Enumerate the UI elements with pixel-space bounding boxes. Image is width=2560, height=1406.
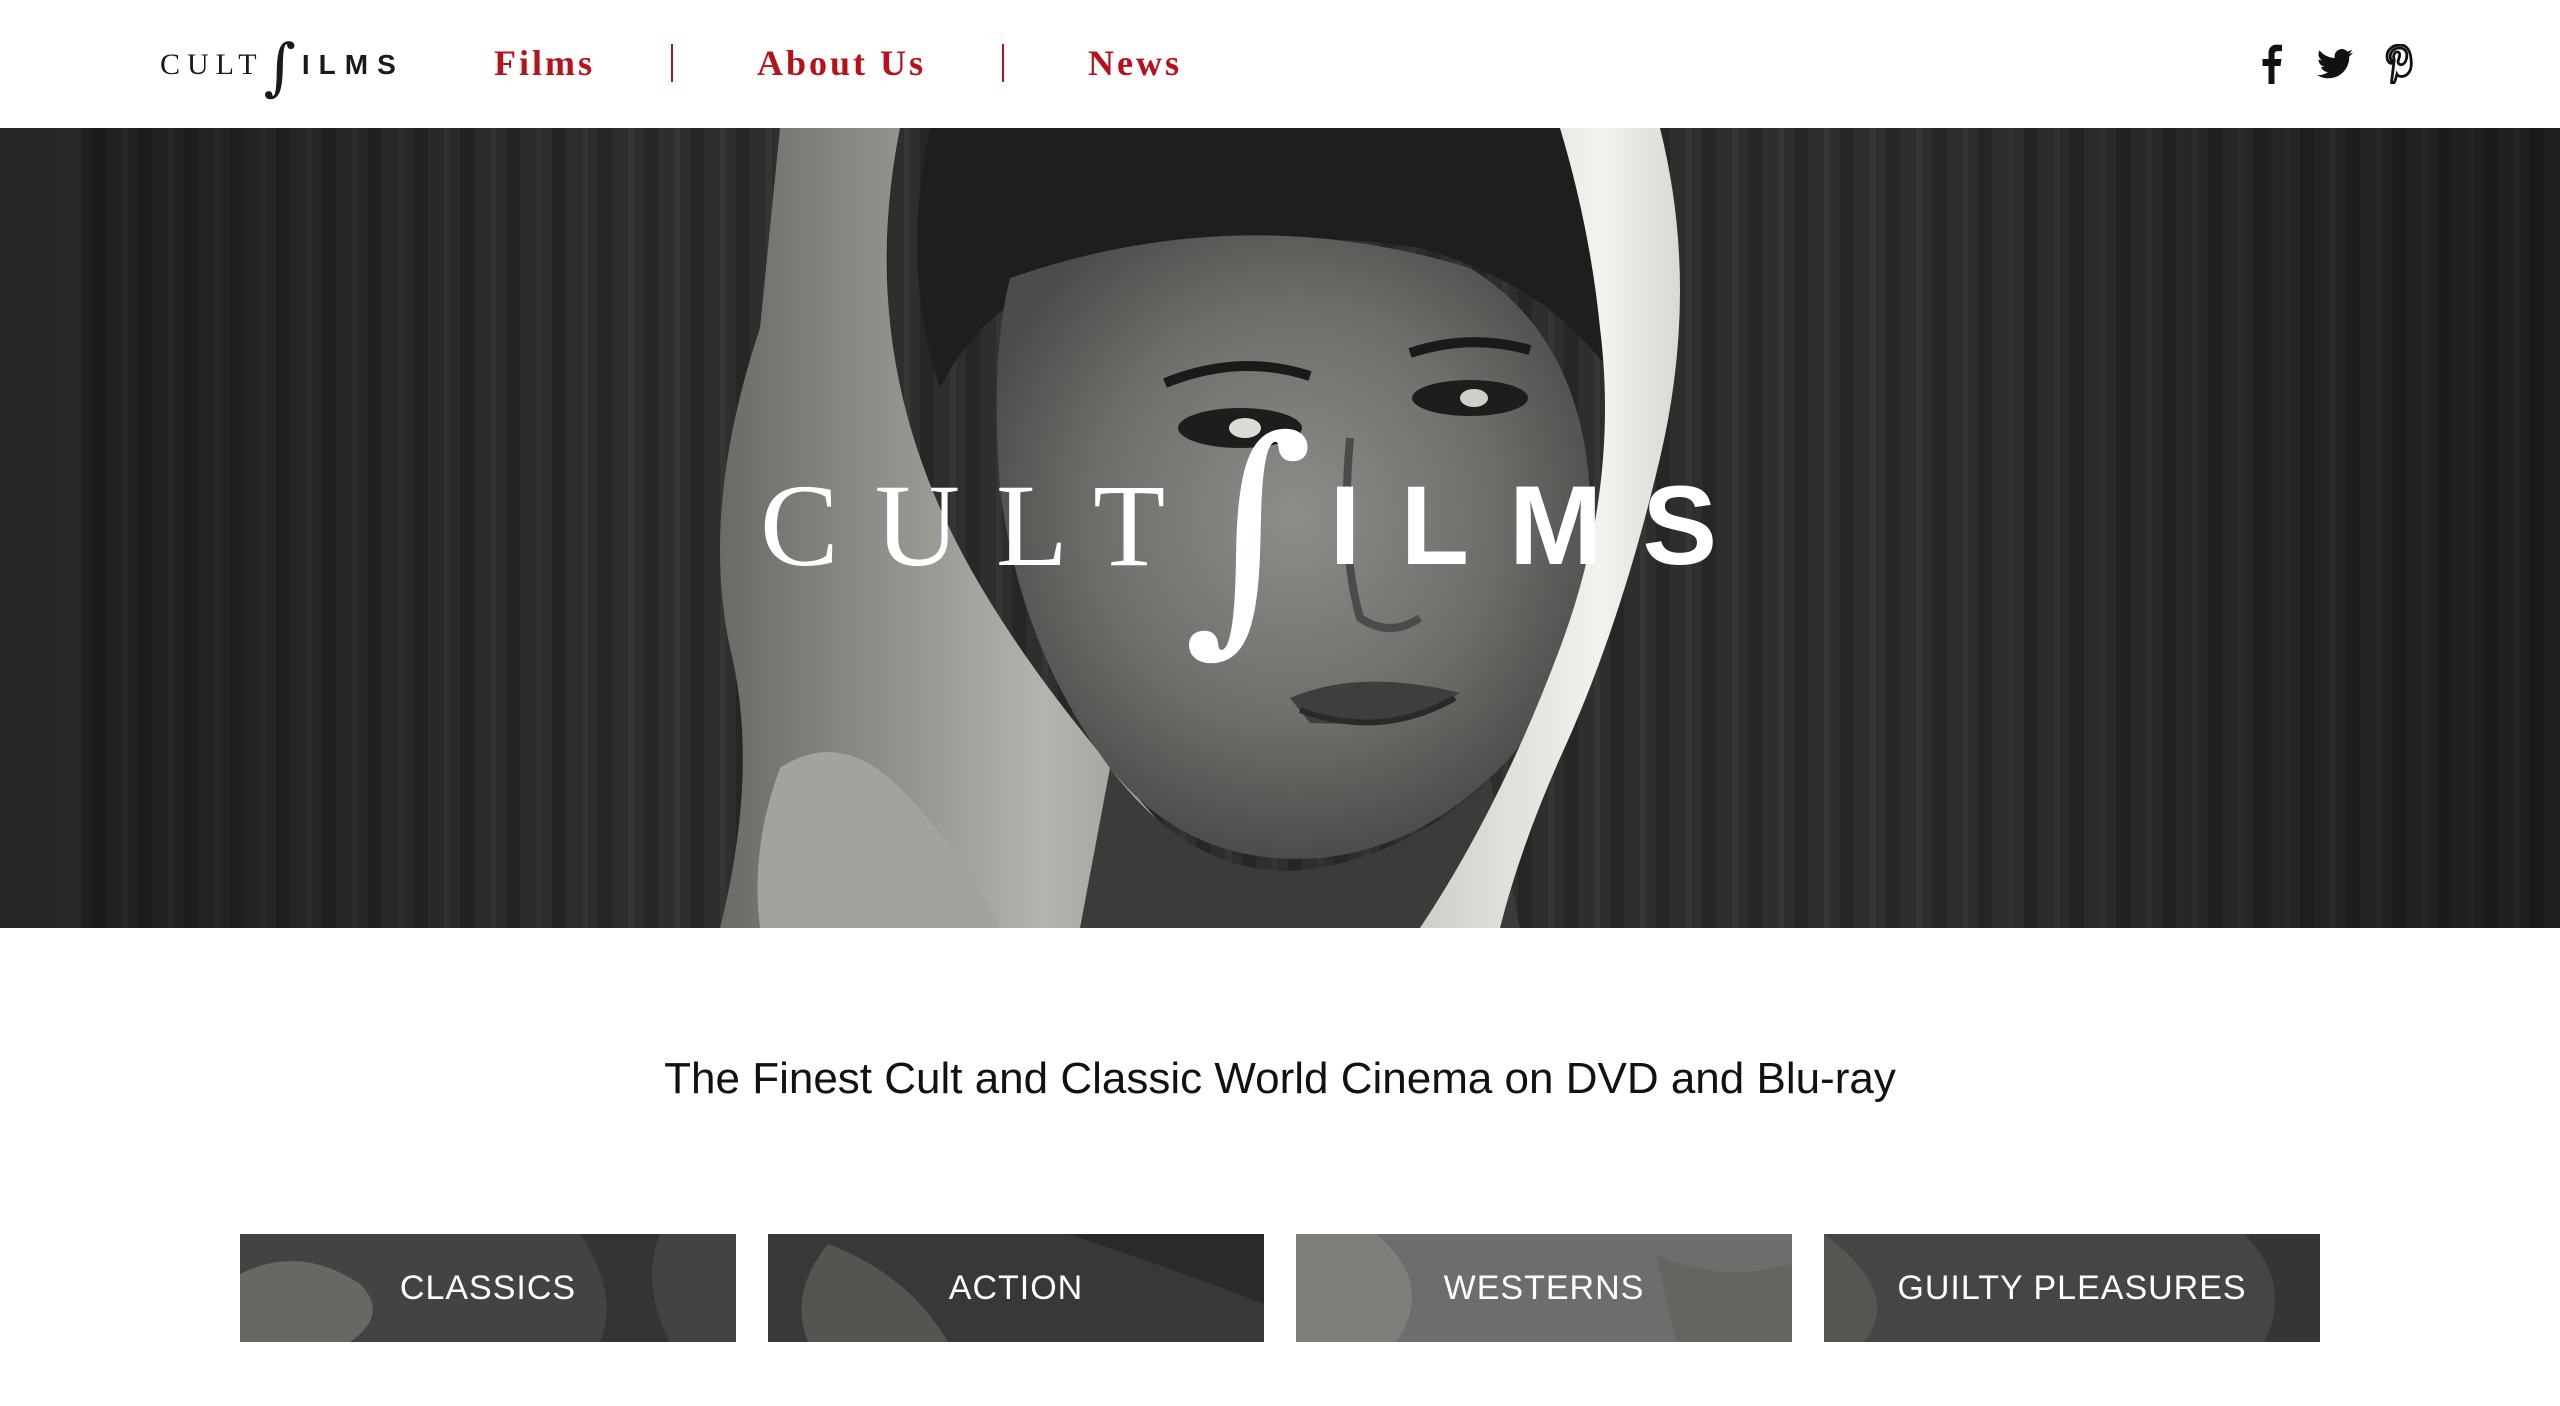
- category-label-westerns: WESTERNS: [1443, 1268, 1645, 1307]
- nav-link-news[interactable]: News: [1088, 42, 1182, 84]
- category-tile-action[interactable]: ACTION: [768, 1234, 1264, 1342]
- category-tile-guilty-pleasures[interactable]: GUILTY PLEASURES: [1824, 1234, 2320, 1342]
- hero-logo: CULT ∫ ILMS: [760, 386, 1800, 677]
- site-header: CULT ∫ ILMS Films About Us News: [0, 0, 2560, 128]
- nav-link-about-us[interactable]: About Us: [757, 42, 926, 84]
- category-tile-classics[interactable]: CLASSICS: [240, 1234, 736, 1342]
- category-tiles: CLASSICS ACTION WESTERNS GUILTY PLEASURE…: [240, 1234, 2320, 1342]
- category-label-action: ACTION: [948, 1268, 1084, 1307]
- logo-text-ilms: ILMS: [301, 49, 405, 80]
- main-nav: Films About Us News: [494, 34, 1182, 92]
- category-label-guilty-pleasures: GUILTY PLEASURES: [1897, 1268, 2247, 1307]
- nav-divider: [1002, 44, 1005, 82]
- nav-link-films[interactable]: Films: [494, 42, 595, 84]
- facebook-icon[interactable]: [2252, 43, 2290, 85]
- nav-divider: [671, 44, 673, 82]
- site-logo[interactable]: CULT ∫ ILMS: [160, 30, 405, 100]
- hero-banner: CULT ∫ ILMS: [0, 128, 2560, 928]
- hero-logo-text-cult: CULT: [760, 460, 1202, 591]
- logo-integral-glyph: ∫: [263, 30, 296, 103]
- hero-logo-text-ilms: ILMS: [1329, 463, 1758, 588]
- social-links: [2252, 38, 2418, 90]
- category-label-classics: CLASSICS: [399, 1268, 577, 1307]
- hero-logo-integral-glyph: ∫: [1183, 386, 1314, 677]
- logo-text-cult: CULT: [160, 48, 264, 81]
- pinterest-icon[interactable]: [2380, 43, 2418, 85]
- page-tagline: The Finest Cult and Classic World Cinema…: [664, 1054, 1896, 1103]
- twitter-icon[interactable]: [2316, 43, 2354, 85]
- category-tile-westerns[interactable]: WESTERNS: [1296, 1234, 1792, 1342]
